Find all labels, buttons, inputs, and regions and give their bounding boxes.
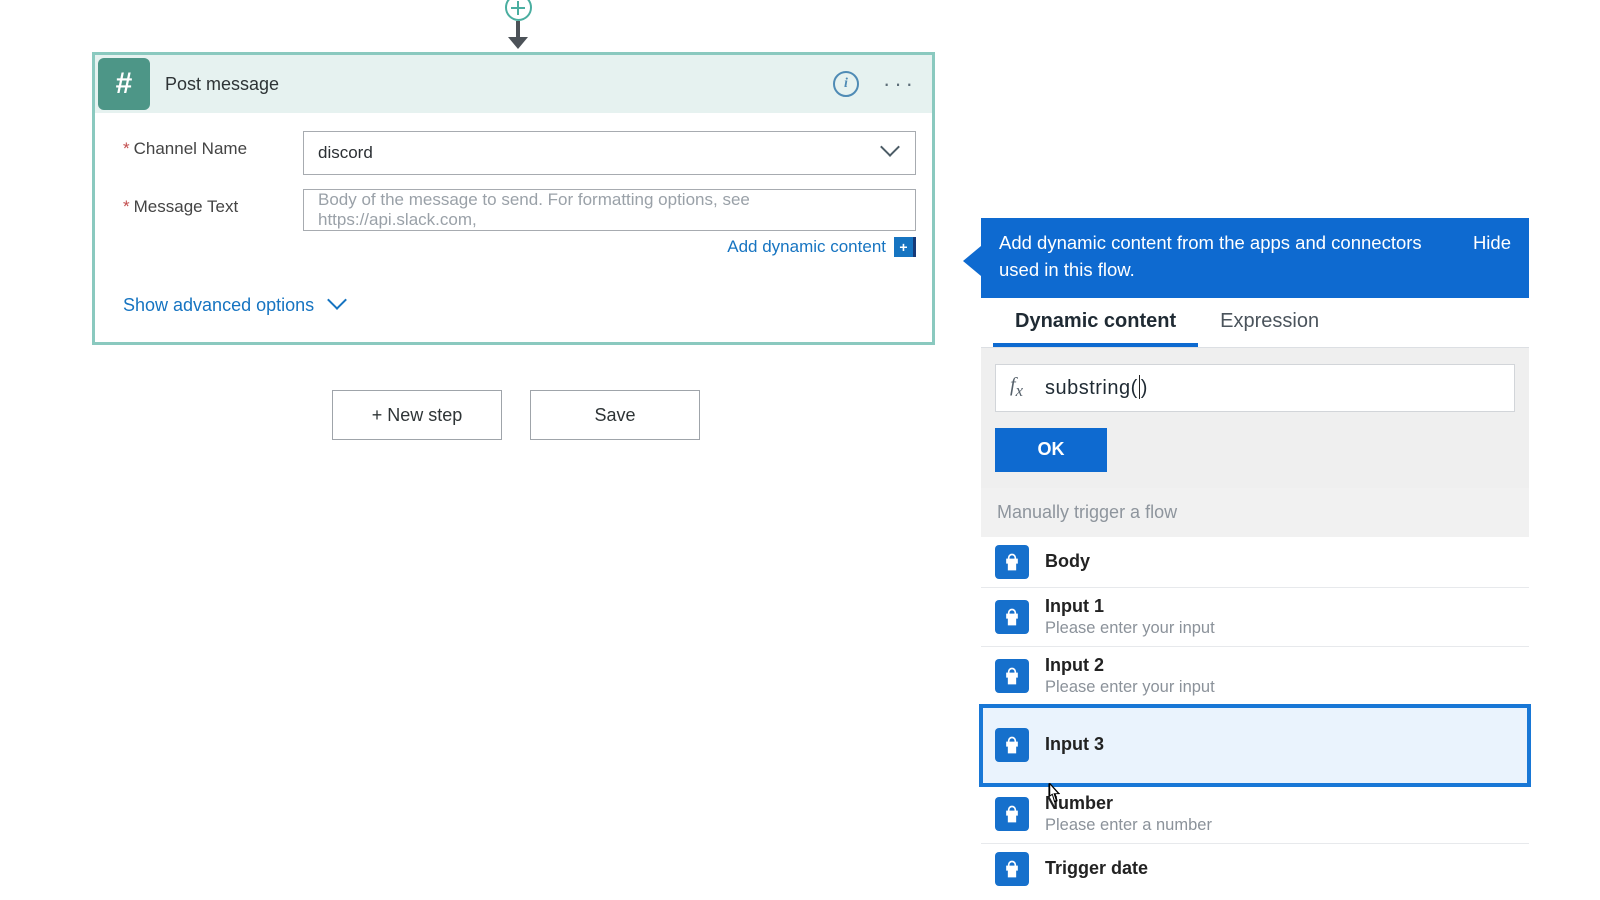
tab-dynamic-content[interactable]: Dynamic content	[993, 298, 1198, 347]
add-node-connector[interactable]	[503, 0, 533, 52]
expression-input[interactable]: fx substring()	[995, 364, 1515, 412]
step-info-button[interactable]: i	[828, 66, 864, 102]
dc-item-input-3[interactable]: Input 3	[981, 706, 1529, 785]
panel-tabs: Dynamic content Expression	[981, 298, 1529, 348]
add-dynamic-content-row: Add dynamic content +	[303, 237, 916, 257]
panel-header: Add dynamic content from the apps and co…	[981, 218, 1529, 298]
expression-area: fx substring() OK	[981, 348, 1529, 488]
save-button[interactable]: Save	[530, 390, 700, 440]
step-card-post-message: # Post message i ··· *Channel Name disco…	[92, 52, 935, 345]
chevron-down-icon	[883, 144, 901, 162]
dc-item-number[interactable]: NumberPlease enter a number	[981, 785, 1529, 844]
dc-item-input-2[interactable]: Input 2Please enter your input	[981, 647, 1529, 706]
dc-item-input-1[interactable]: Input 1Please enter your input	[981, 588, 1529, 647]
connector-line	[516, 21, 520, 37]
fx-icon: fx	[1010, 374, 1023, 401]
new-step-button[interactable]: + New step	[332, 390, 502, 440]
trigger-icon	[995, 852, 1029, 886]
panel-callout-arrow	[963, 246, 981, 276]
slack-step-icon: #	[98, 58, 150, 110]
step-title: Post message	[165, 74, 279, 95]
footer-buttons: + New step Save	[332, 390, 700, 440]
trigger-icon	[995, 545, 1029, 579]
dc-item-trigger-date[interactable]: Trigger date	[981, 844, 1529, 894]
expression-ok-button[interactable]: OK	[995, 428, 1107, 472]
trigger-icon	[995, 600, 1029, 634]
channel-name-value: discord	[318, 143, 373, 163]
trigger-icon	[995, 659, 1029, 693]
show-advanced-options[interactable]: Show advanced options	[123, 271, 916, 334]
step-more-button[interactable]: ···	[882, 66, 918, 102]
channel-name-dropdown[interactable]: discord	[303, 131, 916, 175]
tab-expression[interactable]: Expression	[1198, 298, 1341, 347]
dynamic-content-group-header: Manually trigger a flow	[981, 488, 1529, 537]
trigger-icon	[995, 728, 1029, 762]
message-text-row: *Message Text Body of the message to sen…	[123, 189, 916, 257]
connector-arrow	[508, 37, 528, 49]
dc-item-body[interactable]: Body	[981, 537, 1529, 588]
step-card-body: *Channel Name discord *Message Text Body…	[95, 113, 932, 342]
info-icon: i	[833, 71, 859, 97]
expression-value: substring()	[1045, 375, 1148, 400]
chevron-down-icon	[330, 297, 348, 315]
add-dynamic-content-badge[interactable]: +	[894, 237, 916, 257]
message-text-input[interactable]: Body of the message to send. For formatt…	[303, 189, 916, 231]
channel-name-label: *Channel Name	[123, 131, 303, 159]
trigger-icon	[995, 797, 1029, 831]
add-dynamic-content-link[interactable]: Add dynamic content	[727, 237, 886, 257]
step-card-header[interactable]: # Post message i ···	[95, 55, 932, 113]
plus-circle-icon	[505, 0, 532, 21]
dynamic-content-panel: Add dynamic content from the apps and co…	[981, 218, 1529, 894]
panel-hide-link[interactable]: Hide	[1473, 230, 1511, 254]
message-text-label: *Message Text	[123, 189, 303, 217]
panel-header-text: Add dynamic content from the apps and co…	[999, 230, 1473, 284]
channel-name-row: *Channel Name discord	[123, 131, 916, 175]
